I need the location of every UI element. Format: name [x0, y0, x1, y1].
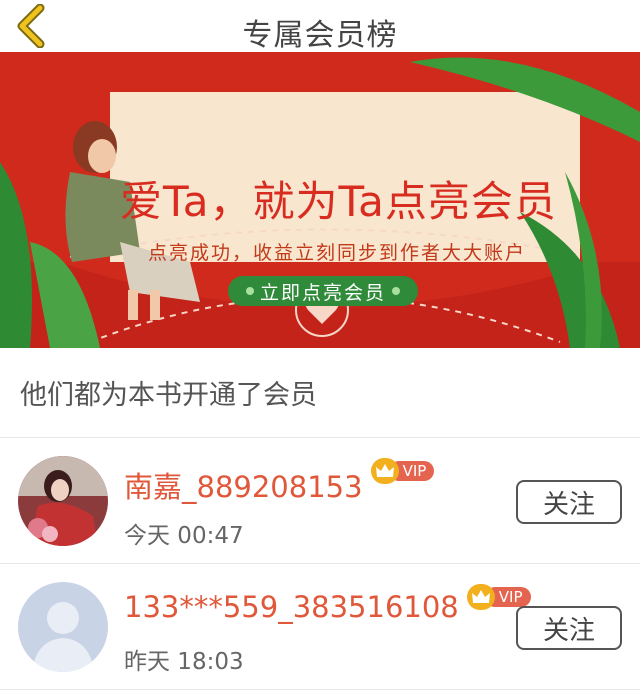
cta-label: 立即点亮会员 [259, 281, 386, 304]
light-up-membership-button[interactable]: 立即点亮会员 [228, 276, 418, 306]
section-title: 他们都为本书开通了会员 [0, 348, 640, 438]
top-bar: 专属会员榜 [0, 0, 640, 53]
crown-icon [466, 584, 495, 610]
dot-icon [392, 287, 400, 295]
member-time: 今天 00:47 [124, 523, 244, 549]
vip-badge: VIP [370, 458, 435, 484]
member-name-text: 南嘉_889208153 [124, 470, 363, 504]
dot-icon [245, 287, 254, 295]
member-name[interactable]: 133***559_383516108 VIP [124, 584, 531, 624]
member-time: 昨天 18:03 [124, 649, 244, 675]
default-avatar-icon [18, 582, 108, 672]
avatar[interactable] [18, 456, 108, 546]
banner-subtitle: 点亮成功，收益立刻同步到作者大大账户 [148, 242, 527, 264]
member-row[interactable]: 南嘉_889208153 VIP 今天 00:47 关注 [0, 438, 640, 564]
member-name[interactable]: 南嘉_889208153 VIP [124, 458, 435, 506]
follow-button[interactable]: 关注 [516, 480, 622, 524]
page-title: 专属会员榜 [242, 18, 398, 53]
promo-banner[interactable]: 爱Ta，就为Ta点亮会员 点亮成功，收益立刻同步到作者大大账户 立即点亮会员 [0, 52, 640, 348]
avatar[interactable] [18, 582, 108, 672]
member-row[interactable]: 133***559_383516108 VIP 昨天 18:03 关注 [0, 564, 640, 690]
crown-icon [370, 458, 399, 484]
banner-headline: 爱Ta，就为Ta点亮会员 [120, 177, 557, 226]
member-name-text: 133***559_383516108 [124, 590, 459, 624]
avatar-photo-icon [18, 456, 108, 546]
follow-button[interactable]: 关注 [516, 606, 622, 650]
